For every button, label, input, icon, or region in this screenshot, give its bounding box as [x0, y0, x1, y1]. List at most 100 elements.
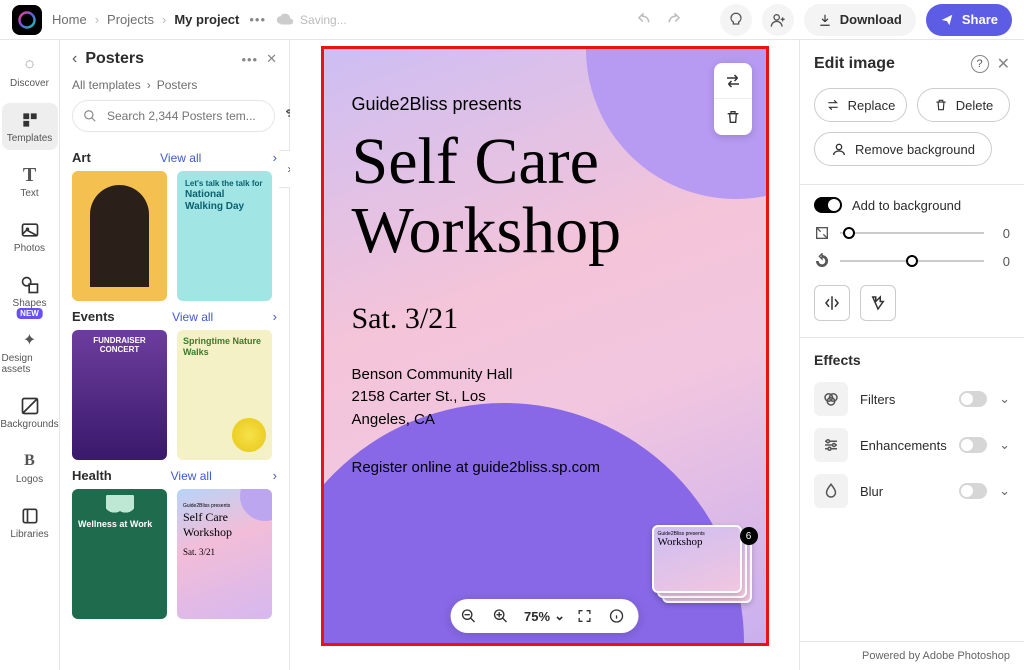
rail-design-assets[interactable]: ✦Design assets [2, 323, 58, 381]
edit-image-panel: Edit image ? ✕ Replace Delete Remove bac… [799, 40, 1024, 670]
poster-date[interactable]: Sat. 3/21 [352, 302, 738, 336]
rail-logos[interactable]: BLogos [2, 444, 58, 491]
template-thumb[interactable]: FUNDRAISER CONCERT [72, 330, 167, 460]
undo-button[interactable] [636, 11, 654, 29]
rail-shapes[interactable]: ShapesNEW [2, 268, 58, 315]
rail-templates[interactable]: Templates [2, 103, 58, 150]
zoom-level-dropdown[interactable]: 75% ⌄ [524, 608, 565, 624]
zoom-out-button[interactable] [460, 608, 480, 624]
back-button[interactable]: ‹ [72, 50, 77, 68]
poster-register[interactable]: Register online at guide2bliss.sp.com [352, 459, 738, 476]
panel-title: Posters [85, 50, 233, 68]
background-icon [19, 395, 41, 417]
poster-venue[interactable]: Benson Community Hall 2158 Carter St., L… [352, 364, 738, 432]
logo-icon: B [19, 450, 41, 472]
section-art-title: Art [72, 150, 91, 165]
panel-breadcrumb: All templates › Posters [60, 78, 289, 100]
shapes-icon [19, 274, 41, 296]
template-thumb[interactable]: Wellness at Work [72, 489, 167, 619]
search-input[interactable] [105, 108, 264, 124]
compass-icon: ◌ [19, 54, 41, 76]
blur-row[interactable]: Blur ⌄ [800, 468, 1024, 514]
breadcrumb-home[interactable]: Home [52, 12, 87, 27]
poster-presenter[interactable]: Guide2Bliss presents [352, 94, 738, 115]
info-button[interactable] [609, 608, 629, 624]
panel-breadcrumb-root[interactable]: All templates [72, 78, 141, 92]
swap-layout-button[interactable] [714, 63, 752, 99]
flip-horizontal-button[interactable] [814, 285, 850, 321]
template-thumb[interactable]: Springtime Nature Walks [177, 330, 272, 460]
flip-v-icon [869, 294, 887, 312]
lightbulb-icon [728, 12, 744, 28]
rail-photos[interactable]: Photos [2, 213, 58, 260]
rotate-icon [814, 253, 832, 269]
poster-headline[interactable]: Self Care Workshop [352, 127, 738, 266]
section-events-title: Events [72, 309, 115, 324]
rail-backgrounds[interactable]: Backgrounds [2, 389, 58, 436]
section-health-title: Health [72, 468, 112, 483]
new-badge: NEW [16, 308, 43, 319]
templates-icon [19, 109, 41, 131]
close-panel-button[interactable]: ✕ [266, 51, 277, 67]
redo-button[interactable] [664, 11, 682, 29]
app-logo[interactable] [12, 5, 42, 35]
view-all-health[interactable]: View all [171, 469, 212, 483]
rotate-slider[interactable] [840, 251, 984, 271]
template-thumb[interactable]: Let's talk the talk for National Walking… [177, 171, 272, 301]
powered-by-footer: Powered by Adobe Photoshop [800, 641, 1024, 670]
chevron-right-icon: › [273, 309, 277, 324]
template-search[interactable] [72, 100, 275, 132]
share-label: Share [962, 12, 998, 27]
rail-discover[interactable]: ◌Discover [2, 48, 58, 95]
share-button[interactable]: Share [926, 4, 1012, 36]
invite-button[interactable] [762, 4, 794, 36]
panel-more-button[interactable]: ••• [241, 52, 258, 67]
zoom-toolbar: 75% ⌄ [450, 599, 639, 633]
text-icon: T [19, 164, 41, 186]
breadcrumb-current[interactable]: My project [174, 12, 239, 27]
view-all-art[interactable]: View all [160, 151, 201, 165]
filters-toggle[interactable] [959, 391, 987, 407]
swap-icon [724, 72, 742, 90]
trash-icon [934, 98, 948, 112]
chevron-down-icon: ⌄ [999, 483, 1010, 499]
blur-toggle[interactable] [959, 483, 987, 499]
rail-libraries[interactable]: Libraries [2, 499, 58, 546]
rail-text[interactable]: TText [2, 158, 58, 205]
more-menu-button[interactable]: ••• [249, 12, 266, 27]
delete-element-button[interactable] [714, 99, 752, 135]
template-thumb[interactable]: Guide2Bliss presents Self Care Workshop … [177, 489, 272, 619]
canvas-float-toolbar [714, 63, 752, 135]
enhancements-toggle[interactable] [959, 437, 987, 453]
page-stack[interactable]: Guide2Bliss presentsWorkshop 6 [662, 535, 752, 603]
view-all-events[interactable]: View all [172, 310, 213, 324]
left-rail: ◌Discover Templates TText Photos ShapesN… [0, 40, 60, 670]
effects-section-title: Effects [800, 344, 1024, 376]
add-to-background-toggle[interactable] [814, 197, 842, 213]
fit-button[interactable] [577, 608, 597, 624]
canvas-area: Guide2Bliss presents Self Care Workshop … [290, 40, 799, 670]
flip-vertical-button[interactable] [860, 285, 896, 321]
scale-icon [814, 225, 832, 241]
delete-button[interactable]: Delete [917, 88, 1010, 122]
top-bar: Home › Projects › My project ••• Saving.… [0, 0, 1024, 40]
tips-button[interactable] [720, 4, 752, 36]
breadcrumb: Home › Projects › My project [52, 12, 239, 27]
help-button[interactable]: ? [971, 55, 989, 73]
close-edit-panel-button[interactable]: ✕ [997, 54, 1010, 74]
download-button[interactable]: Download [804, 4, 916, 36]
enhancements-icon [814, 428, 848, 462]
zoom-in-button[interactable] [492, 608, 512, 624]
template-thumb[interactable] [72, 171, 167, 301]
chevron-down-icon: ⌄ [554, 608, 565, 624]
enhancements-row[interactable]: Enhancements ⌄ [800, 422, 1024, 468]
remove-background-button[interactable]: Remove background [814, 132, 992, 166]
scale-slider[interactable] [840, 223, 984, 243]
chevron-down-icon: ⌄ [999, 391, 1010, 407]
breadcrumb-projects[interactable]: Projects [107, 12, 154, 27]
library-icon [19, 505, 41, 527]
replace-button[interactable]: Replace [814, 88, 907, 122]
download-label: Download [840, 12, 902, 27]
filters-row[interactable]: Filters ⌄ [800, 376, 1024, 422]
canvas-selection[interactable]: Guide2Bliss presents Self Care Workshop … [321, 46, 769, 646]
